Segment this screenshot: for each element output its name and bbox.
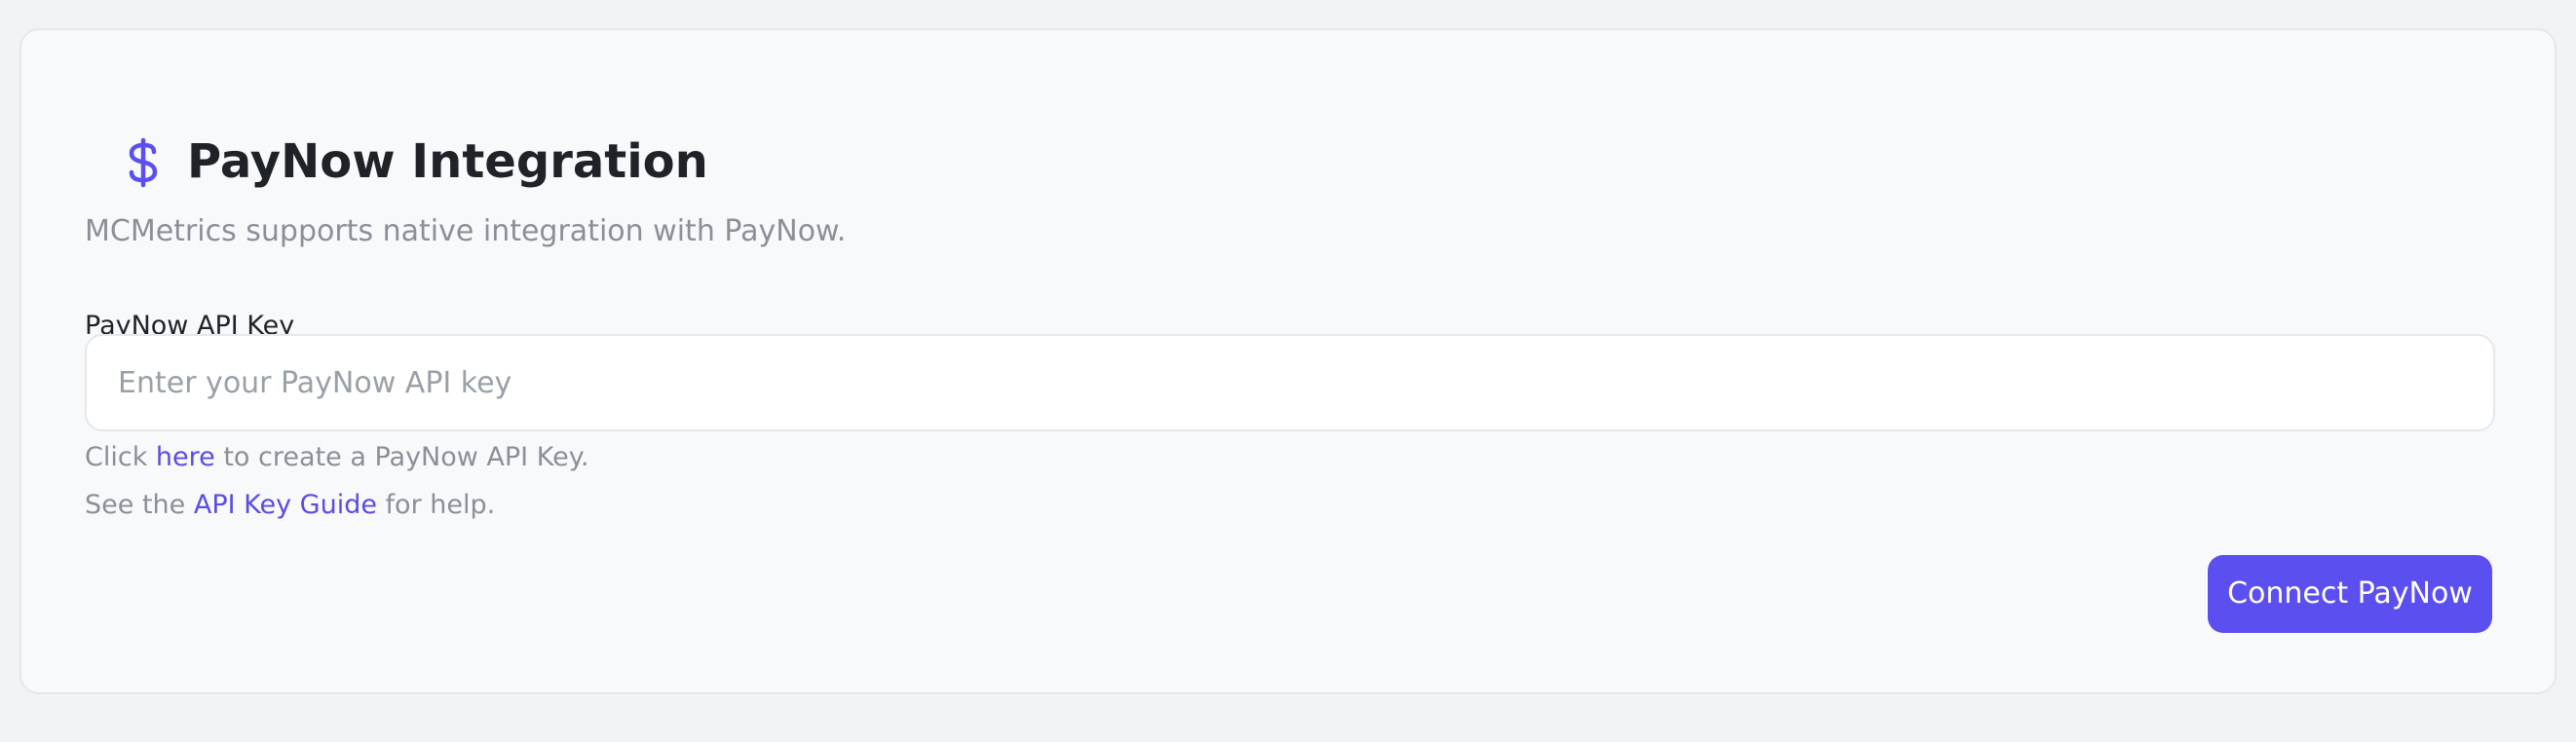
api-key-guide-link[interactable]: API Key Guide	[194, 490, 377, 520]
guide-help-suffix: for help.	[376, 490, 496, 520]
integration-description: MCMetrics supports native integration wi…	[85, 214, 847, 248]
integration-card: PayNow Integration MCMetrics supports na…	[19, 28, 2557, 694]
create-key-link[interactable]: here	[156, 442, 215, 472]
guide-help-prefix: See the	[85, 490, 194, 520]
create-key-help-prefix: Click	[85, 442, 156, 472]
create-key-help-text: Click here to create a PayNow API Key.	[85, 439, 588, 476]
connect-paynow-button[interactable]: Connect PayNow	[2208, 555, 2492, 633]
guide-help-text: See the API Key Guide for help.	[85, 487, 495, 524]
page-title: PayNow Integration	[187, 134, 708, 189]
create-key-help-suffix: to create a PayNow API Key.	[214, 442, 589, 472]
dollar-icon	[107, 127, 179, 199]
api-key-input[interactable]	[85, 334, 2495, 431]
